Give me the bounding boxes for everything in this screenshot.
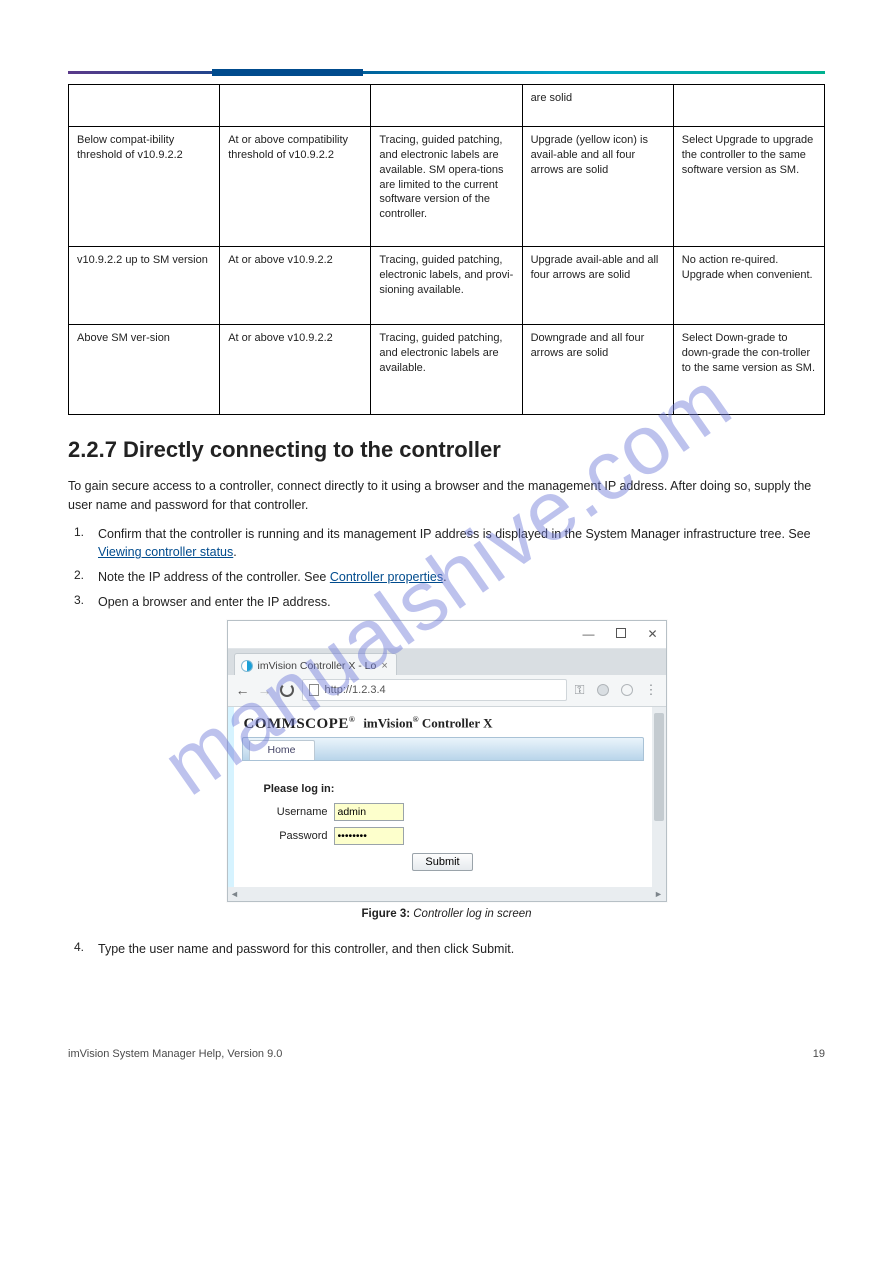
password-label: Password	[264, 830, 328, 842]
window-close-icon[interactable]: ✕	[646, 627, 660, 641]
footer-page-number: 19	[813, 1048, 825, 1060]
login-header: Please log in:	[264, 783, 622, 795]
horizontal-scrollbar[interactable]: ◄ ►	[228, 887, 666, 901]
favicon-icon	[241, 660, 253, 672]
table-cell: Upgrade (yellow icon) is avail-able and …	[522, 127, 673, 247]
step-number: 4.	[68, 940, 84, 959]
window-minimize-icon[interactable]: —	[582, 627, 596, 641]
url-text: http://1.2.3.4	[325, 684, 386, 696]
scroll-left-icon[interactable]: ◄	[228, 889, 242, 899]
table-cell	[371, 85, 522, 127]
app-tabs: Home	[242, 737, 644, 761]
profile-icon[interactable]	[597, 684, 609, 696]
table-cell: Downgrade and all four arrows are solid	[522, 325, 673, 415]
table-cell: At or above v10.9.2.2	[220, 247, 371, 325]
table-cell: Select Down-grade to down-grade the con-…	[673, 325, 824, 415]
header-rule	[68, 68, 825, 76]
scroll-right-icon[interactable]: ►	[652, 889, 666, 899]
table-cell: Above SM ver-sion	[69, 325, 220, 415]
window-titlebar: — ✕	[228, 621, 666, 649]
table-cell: At or above v10.9.2.2	[220, 325, 371, 415]
key-icon[interactable]: ⚿	[575, 682, 585, 698]
forward-icon[interactable]: →	[258, 682, 272, 698]
table-cell: Below compat-ibility threshold of v10.9.…	[69, 127, 220, 247]
compatibility-table: are solid Below compat-ibility threshold …	[68, 84, 825, 415]
table-cell	[673, 85, 824, 127]
section-heading: 2.2.7 Directly connecting to the control…	[68, 437, 825, 463]
figure-caption: Figure 3: Controller log in screen	[68, 908, 825, 920]
table-cell: are solid	[522, 85, 673, 127]
table-cell	[69, 85, 220, 127]
table-cell: At or above compatibility threshold of v…	[220, 127, 371, 247]
step-text: Confirm that the controller is running a…	[98, 525, 825, 563]
tab-close-icon[interactable]: ×	[381, 660, 387, 672]
username-label: Username	[264, 806, 328, 818]
step-text: Open a browser and enter the IP address.	[98, 593, 825, 612]
step-number: 1.	[68, 525, 84, 563]
status-icon	[621, 684, 633, 696]
table-cell	[220, 85, 371, 127]
tab-home[interactable]: Home	[249, 740, 315, 760]
browser-tabstrip: imVision Controller X - Lo ×	[228, 649, 666, 675]
page: are solid Below compat-ibility threshold …	[0, 0, 893, 1120]
step: 3. Open a browser and enter the IP addres…	[68, 593, 825, 612]
step: 4. Type the user name and password for th…	[68, 940, 825, 959]
menu-icon[interactable]: ⋮	[645, 682, 658, 698]
url-field[interactable]: http://1.2.3.4	[302, 679, 567, 701]
intro-paragraph: To gain secure access to a controller, c…	[68, 477, 825, 515]
table-cell: No action re-quired. Upgrade when conven…	[673, 247, 824, 325]
vertical-scrollbar[interactable]	[652, 707, 666, 887]
username-field[interactable]	[334, 803, 404, 821]
table-cell: Upgrade avail-able and all four arrows a…	[522, 247, 673, 325]
step: 1. Confirm that the controller is running…	[68, 525, 825, 563]
content-main: COMMSCOPE® imVision® Controller X Home P…	[234, 707, 652, 887]
submit-button[interactable]: Submit	[412, 853, 472, 871]
login-form: Please log in: Username Password Submit	[234, 761, 652, 887]
footer-left: imVision System Manager Help, Version 9.…	[68, 1048, 282, 1060]
browser-tab-title: imVision Controller X - Lo	[258, 660, 377, 672]
brand-logo: COMMSCOPE®	[244, 715, 356, 733]
step-number: 2.	[68, 568, 84, 587]
step-text: Note the IP address of the controller. S…	[98, 568, 825, 587]
browser-window: — ✕ imVision Controller X - Lo × ← → htt…	[227, 620, 667, 902]
window-maximize-icon[interactable]	[614, 627, 628, 641]
cross-ref-link[interactable]: Controller properties	[330, 570, 443, 584]
table-cell: Tracing, guided patching, electronic lab…	[371, 247, 522, 325]
table-cell: Select Upgrade to upgrade the controller…	[673, 127, 824, 247]
step-number: 3.	[68, 593, 84, 612]
browser-address-bar: ← → http://1.2.3.4 ⚿ ⋮	[228, 675, 666, 707]
page-icon	[309, 684, 319, 696]
figure-wrap: — ✕ imVision Controller X - Lo × ← → htt…	[68, 620, 825, 902]
reload-icon[interactable]	[280, 683, 294, 697]
page-footer: imVision System Manager Help, Version 9.…	[68, 1048, 825, 1060]
step: 2. Note the IP address of the controller.…	[68, 568, 825, 587]
table-cell: Tracing, guided patching, and electronic…	[371, 325, 522, 415]
brand-product: imVision® Controller X	[363, 715, 492, 731]
table-cell: v10.9.2.2 up to SM version	[69, 247, 220, 325]
cross-ref-link[interactable]: Viewing controller status	[98, 545, 233, 559]
password-field[interactable]	[334, 827, 404, 845]
step-text: Type the user name and password for this…	[98, 940, 825, 959]
back-icon[interactable]: ←	[236, 682, 250, 698]
browser-tab[interactable]: imVision Controller X - Lo ×	[234, 653, 397, 675]
table-cell: Tracing, guided patching, and electronic…	[371, 127, 522, 247]
